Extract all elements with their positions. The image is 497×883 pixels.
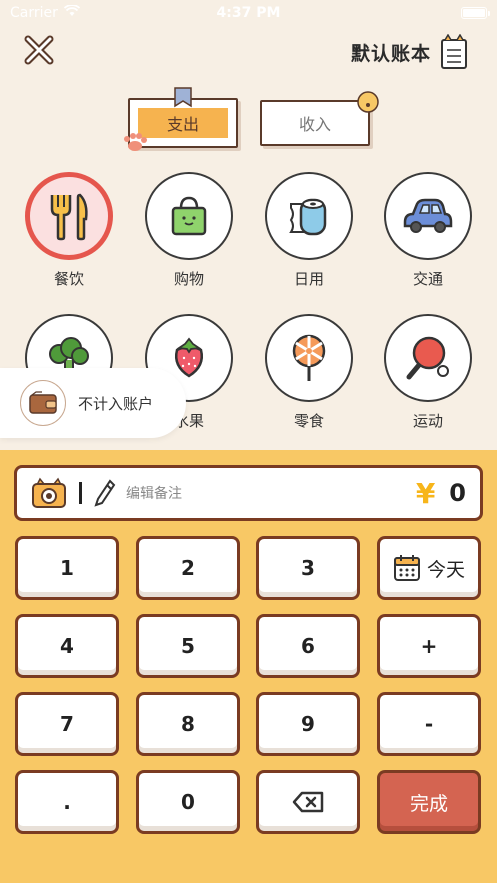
category-shopping[interactable]: 购物 <box>134 172 244 289</box>
category-label: 运动 <box>412 412 443 430</box>
category-label: 零食 <box>293 412 324 430</box>
key-0[interactable]: 0 <box>136 770 240 834</box>
wallet-icon <box>20 380 66 426</box>
tab-expense[interactable]: 支出 <box>124 87 238 151</box>
paw-icon <box>124 133 147 151</box>
key-7[interactable]: 7 <box>15 692 119 756</box>
category-label: 交通 <box>412 270 443 288</box>
notebook-cat-icon <box>441 34 467 69</box>
strawberry-icon <box>175 337 203 378</box>
category-label: 购物 <box>173 270 204 288</box>
category-label: 餐饮 <box>53 270 84 288</box>
ribbon-icon <box>174 87 192 108</box>
fork-knife-icon <box>50 193 88 241</box>
date-label: 今天 <box>426 558 465 581</box>
keypad-panel: 编辑备注 ¥ 0 1 2 3 今天 4 5 6 + 7 8 9 - . 0 完成 <box>0 450 497 883</box>
category-shopping-circle <box>145 172 233 260</box>
key-6[interactable]: 6 <box>256 614 360 678</box>
tab-expense-label: 支出 <box>166 115 199 134</box>
amount-display: 0 <box>449 479 466 507</box>
done-button[interactable]: 完成 <box>377 770 481 834</box>
battery-icon <box>461 7 490 19</box>
currency-symbol: ¥ <box>415 476 436 510</box>
note-input[interactable]: 编辑备注 <box>126 483 416 503</box>
key-5[interactable]: 5 <box>136 614 240 678</box>
category-dining[interactable]: 餐饮 <box>14 172 124 289</box>
status-bar: Carrier 4:37 PM <box>0 0 497 26</box>
exclude-account-toggle[interactable]: 不计入账户 <box>0 368 186 438</box>
tab-income-label: 收入 <box>298 115 331 134</box>
close-button[interactable] <box>22 33 56 67</box>
category-snack[interactable]: 零食 <box>254 314 364 431</box>
category-daily-circle <box>265 172 353 260</box>
category-transport-circle <box>384 172 472 260</box>
key-minus[interactable]: - <box>377 692 481 756</box>
ping-pong-icon <box>406 336 449 380</box>
category-sport-circle <box>384 314 472 402</box>
key-dot[interactable]: . <box>15 770 119 834</box>
camera-cat-icon[interactable] <box>31 477 67 509</box>
category-sport[interactable]: 运动 <box>373 314 483 431</box>
category-dining-circle <box>25 172 113 260</box>
wifi-icon <box>63 4 81 21</box>
note-bar: 编辑备注 ¥ 0 <box>14 465 483 521</box>
carrier-label: Carrier <box>10 5 58 21</box>
book-title: 默认账本 <box>350 42 431 65</box>
key-8[interactable]: 8 <box>136 692 240 756</box>
category-transport[interactable]: 交通 <box>373 172 483 289</box>
category-snack-circle <box>265 314 353 402</box>
exclude-account-label: 不计入账户 <box>78 394 154 413</box>
key-plus[interactable]: + <box>377 614 481 678</box>
calendar-icon <box>393 555 420 581</box>
key-1[interactable]: 1 <box>15 536 119 600</box>
bell-icon <box>357 91 379 113</box>
toilet-paper-icon <box>289 198 327 236</box>
lollipop-icon <box>292 334 326 381</box>
key-3[interactable]: 3 <box>256 536 360 600</box>
category-daily[interactable]: 日用 <box>254 172 364 289</box>
backspace-button[interactable] <box>256 770 360 834</box>
book-selector[interactable]: 默认账本 <box>351 34 469 70</box>
shopping-bag-icon <box>171 196 207 236</box>
category-label: 日用 <box>293 270 324 288</box>
key-2[interactable]: 2 <box>136 536 240 600</box>
date-button[interactable]: 今天 <box>377 536 481 600</box>
car-icon <box>403 198 453 233</box>
tab-income[interactable]: 收入 <box>260 91 379 146</box>
close-icon <box>24 35 54 65</box>
key-9[interactable]: 9 <box>256 692 360 756</box>
note-separator <box>79 482 82 504</box>
key-4[interactable]: 4 <box>15 614 119 678</box>
backspace-icon <box>292 791 324 813</box>
pencil-icon <box>94 479 116 507</box>
